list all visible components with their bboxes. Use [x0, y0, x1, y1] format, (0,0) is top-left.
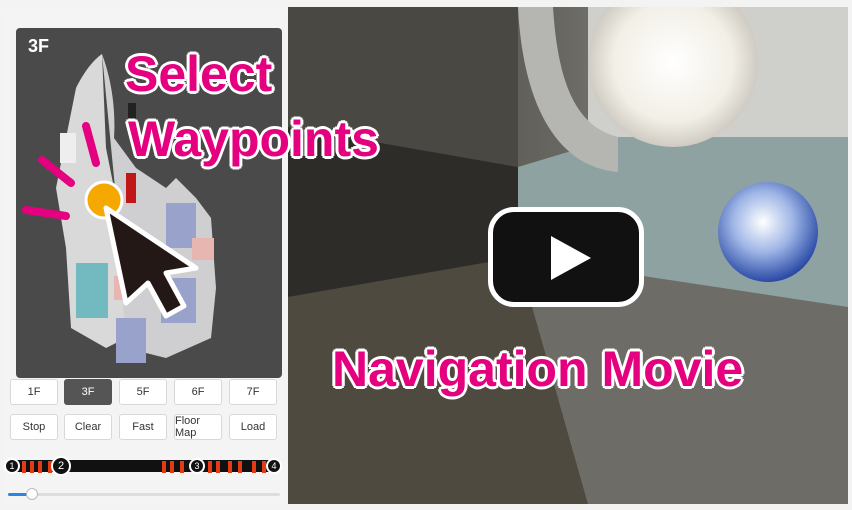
fast-button[interactable]: Fast — [119, 414, 167, 440]
clear-button[interactable]: Clear — [64, 414, 112, 440]
app-frame: 3F 1F 3F 5F 6F 7F Stop Clear Fast Floor … — [0, 0, 852, 510]
waypoint-marker[interactable]: 3 — [189, 458, 205, 474]
floor-button-7f[interactable]: 7F — [229, 379, 277, 405]
overlay-navigation-movie-text: Navigation Movie — [332, 341, 744, 397]
play-button[interactable] — [488, 207, 644, 307]
waypoint-marker[interactable]: 4 — [266, 458, 282, 474]
waypoint-marker[interactable]: 2 — [51, 456, 71, 476]
waypoint-marker[interactable]: 1 — [4, 458, 20, 474]
floor-map-button[interactable]: Floor Map — [174, 414, 222, 440]
floor-button-3f[interactable]: 3F — [64, 379, 112, 405]
floor-button-6f[interactable]: 6F — [174, 379, 222, 405]
play-icon — [551, 236, 591, 280]
floor-button-1f[interactable]: 1F — [10, 379, 58, 405]
overlay-select-text: Select — [125, 46, 273, 102]
floor-button-5f[interactable]: 5F — [119, 379, 167, 405]
load-button[interactable]: Load — [229, 414, 277, 440]
playback-slider[interactable] — [8, 488, 280, 500]
stop-button[interactable]: Stop — [10, 414, 58, 440]
overlay-waypoints-text: Waypoints — [128, 111, 379, 167]
